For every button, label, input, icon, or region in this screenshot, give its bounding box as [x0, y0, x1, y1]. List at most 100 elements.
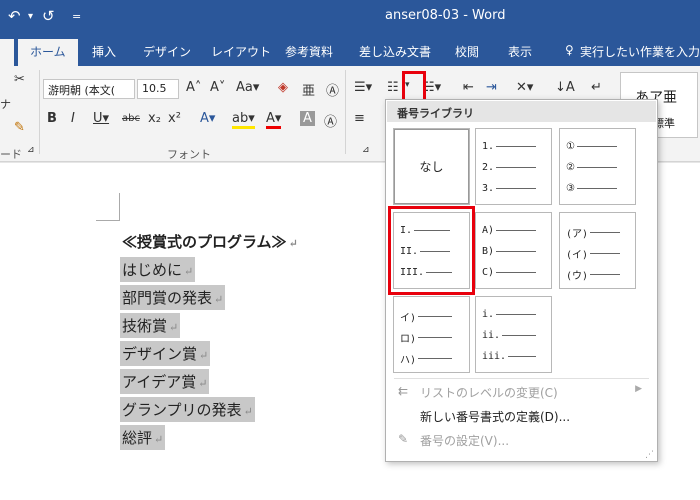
tab-layout[interactable]: レイアウト	[211, 43, 271, 60]
ribbon-tabs: ホーム 挿入 デザイン レイアウト 参考資料 差し込み文書 校閲 表示 ♀ 実行…	[0, 36, 700, 66]
tab-home[interactable]: ホーム	[18, 39, 78, 66]
tab-design[interactable]: デザイン	[143, 43, 191, 60]
paragraph-mark: ↵	[288, 237, 298, 250]
increase-indent-icon[interactable]: ⇥	[486, 80, 497, 95]
format-line-bar	[418, 316, 453, 317]
document-line: アイデア賞 ↵	[120, 369, 210, 394]
format-line: (イ)	[566, 246, 621, 261]
format-line-bar	[496, 314, 537, 315]
font-name-select[interactable]: 游明朝 (本文(	[43, 79, 135, 99]
change-list-level-label: リストのレベルの変更(C)	[420, 386, 558, 400]
tab-references[interactable]: 参考資料	[285, 43, 333, 60]
enclose-characters-icon[interactable]: Ⓐ	[326, 80, 339, 99]
numbering-format-option[interactable]: ① ② ③	[559, 128, 636, 205]
font-launcher-icon[interactable]: ⊿	[362, 145, 370, 155]
format-marker: 3.	[482, 183, 495, 194]
clipboard-launcher-icon[interactable]: ⊿	[27, 145, 35, 155]
format-marker: ii.	[482, 330, 501, 341]
strikethrough-icon[interactable]: abc	[122, 113, 140, 124]
tab-view[interactable]: 表示	[508, 43, 532, 60]
tell-me-input[interactable]: 実行したい作業を入力し	[580, 43, 700, 60]
align-left-icon[interactable]: ≡	[354, 111, 365, 126]
show-marks-icon[interactable]: ↵	[591, 80, 602, 95]
undo-icon[interactable]: ↶	[8, 7, 21, 25]
format-marker: ②	[566, 162, 575, 173]
text-effects-icon[interactable]: A▾	[200, 111, 215, 126]
paragraph-mark: ↵	[184, 265, 194, 278]
undo-dropdown-icon[interactable]: ▾	[28, 11, 33, 22]
font-group-label: フォント	[167, 148, 211, 161]
character-shading-icon[interactable]: A	[300, 111, 315, 126]
paragraph-mark: ↵	[243, 405, 253, 418]
define-new-number-format-item[interactable]: 新しい番号書式の定義(D)...	[394, 405, 656, 427]
numbering-format-option[interactable]: A) B) C)	[475, 212, 552, 289]
font-size-select[interactable]: 10.5	[137, 79, 179, 99]
numbering-format-option[interactable]: (ア) (イ) (ウ)	[559, 212, 636, 289]
underline-icon[interactable]: U▾	[93, 111, 109, 126]
superscript-icon[interactable]: x²	[168, 111, 181, 126]
cut-icon[interactable]: ✂	[14, 72, 25, 87]
redo-icon[interactable]: ↺	[42, 7, 55, 25]
change-list-level-item[interactable]: ⇇ リストのレベルの変更(C) ▶	[394, 381, 656, 403]
grow-font-icon[interactable]: A˄	[186, 80, 201, 95]
format-line-bar	[418, 358, 453, 359]
format-line: ①	[566, 141, 617, 152]
character-spacing-icon[interactable]: ✕▾	[516, 80, 533, 95]
submenu-arrow-icon: ▶	[635, 384, 642, 394]
numbering-format-option[interactable]: イ) ロ) ハ)	[393, 296, 470, 373]
format-line: 1.	[482, 141, 537, 152]
format-marker: イ)	[400, 313, 417, 324]
numbering-format-option[interactable]: 1. 2. 3.	[475, 128, 552, 205]
bold-icon[interactable]: B	[47, 111, 57, 126]
subscript-icon[interactable]: x₂	[148, 111, 161, 126]
tab-insert[interactable]: 挿入	[92, 43, 116, 60]
format-line-bar	[590, 274, 621, 275]
numbering-library-dropdown: 番号ライブラリ なし 1. 2. 3. ① ② ③ I. II. III. A)…	[385, 99, 658, 462]
document-line-text: はじめに	[122, 261, 183, 279]
tab-mailings[interactable]: 差し込み文書	[359, 43, 431, 60]
format-line-bar	[576, 146, 617, 147]
numbering-none-label: なし	[419, 160, 444, 174]
file-tab-edge[interactable]	[0, 39, 14, 66]
format-line-bar	[576, 167, 617, 168]
shrink-font-icon[interactable]: A˅	[210, 80, 225, 95]
clipboard-group-label: ード	[0, 148, 22, 161]
format-line: ③	[566, 183, 617, 194]
italic-icon[interactable]: I	[71, 111, 75, 126]
margin-crop-mark	[96, 193, 120, 221]
clear-formatting-icon[interactable]: ◈	[278, 80, 288, 95]
sort-icon[interactable]: ↓A	[555, 80, 575, 95]
menu-divider	[394, 378, 649, 379]
format-marker: C)	[482, 267, 495, 278]
customize-quick-access-icon[interactable]: =	[72, 10, 81, 23]
phonetic-guide-icon[interactable]: 亜	[302, 80, 315, 99]
format-painter-icon[interactable]: ✎	[14, 120, 25, 135]
document-line: 技術賞 ↵	[120, 313, 181, 338]
format-line: iii.	[482, 351, 537, 362]
group-divider	[39, 70, 40, 154]
font-color-icon[interactable]: A▾	[266, 111, 282, 129]
document-title: ≪授賞式のプログラム≫ ↵	[120, 229, 300, 254]
format-marker: ①	[566, 141, 575, 152]
numbering-icon[interactable]: ☷	[387, 80, 399, 95]
document-title-text: ≪授賞式のプログラム≫	[122, 233, 287, 251]
resize-grip-icon[interactable]: ⋰	[645, 450, 654, 460]
character-border-icon[interactable]: Ⓐ	[324, 111, 337, 130]
numbering-format-option[interactable]: i. ii. iii.	[475, 296, 552, 373]
highlight-color-icon[interactable]: ab▾	[232, 111, 255, 129]
numbering-none-option[interactable]: なし	[393, 128, 470, 205]
format-line-bar	[502, 335, 537, 336]
set-numbering-value-item[interactable]: ✎ 番号の設定(V)...	[394, 429, 656, 451]
format-line: (ア)	[566, 225, 621, 240]
document-line-text: グランプリの発表	[122, 401, 242, 419]
change-case-icon[interactable]: Aa▾	[236, 80, 259, 95]
format-marker: B)	[482, 246, 495, 257]
bullets-icon[interactable]: ☰▾	[354, 80, 372, 95]
decrease-indent-icon[interactable]: ⇤	[463, 80, 474, 95]
copy-icon[interactable]: ナ	[0, 96, 11, 112]
format-marker: i.	[482, 309, 495, 320]
lightbulb-icon[interactable]: ♀	[565, 43, 574, 57]
tab-review[interactable]: 校閲	[455, 43, 479, 60]
document-line-text: 総評	[122, 429, 153, 447]
format-marker: 2.	[482, 162, 495, 173]
